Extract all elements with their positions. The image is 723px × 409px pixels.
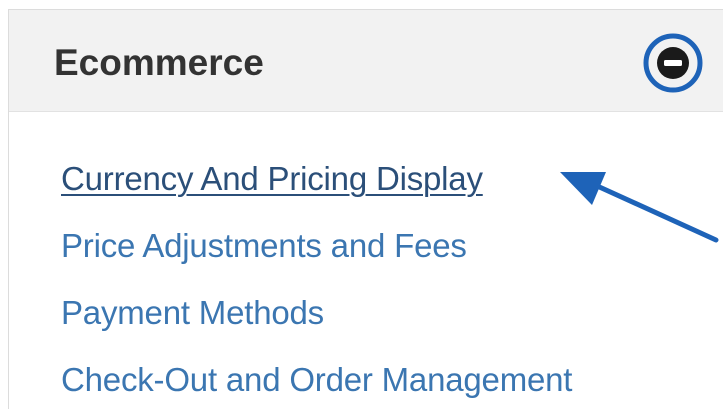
- list-item: Currency And Pricing Display: [61, 160, 572, 227]
- list-item: Price Adjustments and Fees: [61, 227, 572, 294]
- list-item: Check-Out and Order Management: [61, 361, 572, 409]
- panel-title: Ecommerce: [54, 42, 264, 83]
- screenshot-stage: Ecommerce Currency And Pricing Display P…: [0, 0, 723, 409]
- collapse-toggle-button[interactable]: [642, 32, 704, 94]
- ecommerce-panel: Ecommerce Currency And Pricing Display P…: [8, 9, 723, 409]
- payment-methods-link[interactable]: Payment Methods: [61, 294, 324, 332]
- price-adjustments-and-fees-link[interactable]: Price Adjustments and Fees: [61, 227, 467, 265]
- panel-header: Ecommerce: [9, 10, 723, 112]
- currency-and-pricing-display-link[interactable]: Currency And Pricing Display: [61, 160, 483, 198]
- check-out-and-order-management-link[interactable]: Check-Out and Order Management: [61, 361, 572, 399]
- minus-circle-icon: [643, 33, 703, 93]
- list-item: Payment Methods: [61, 294, 572, 361]
- ecommerce-link-list: Currency And Pricing Display Price Adjus…: [61, 160, 572, 409]
